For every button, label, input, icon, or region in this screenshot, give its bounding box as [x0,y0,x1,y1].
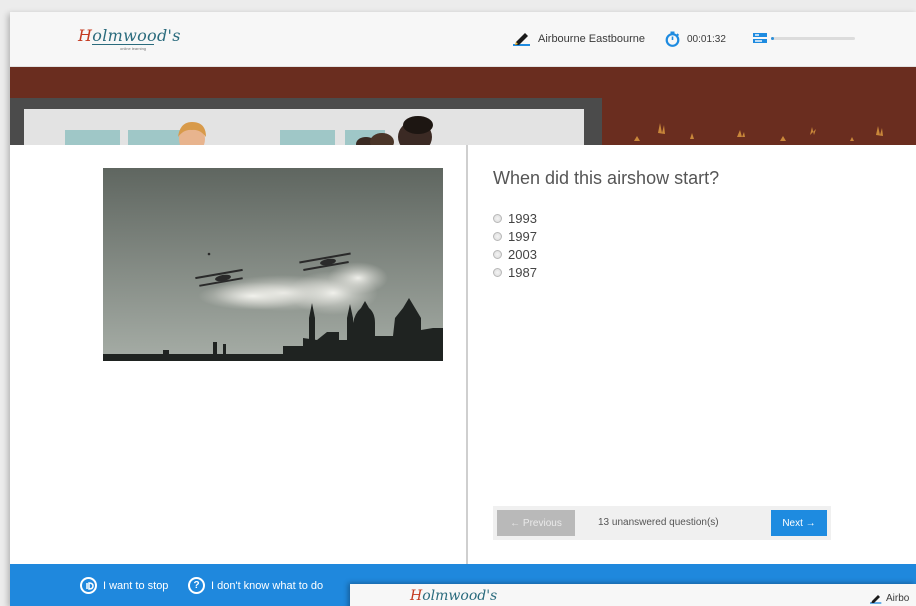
app-window: Holmwood's online learning Airbourne Eas… [10,12,916,606]
previous-button[interactable]: ← Previous [497,510,575,536]
footer-bar: I want to stop ? I don't know what to do… [10,564,916,606]
stop-label: I want to stop [103,579,169,592]
course-name: Airbourne Eastbourne [538,33,646,45]
radio-button[interactable] [493,250,502,259]
help-label: I don't know what to do [211,579,324,592]
logo-tagline: online learning [120,46,147,51]
progress-indicator [753,32,855,44]
progress-fill [771,36,775,40]
progress-icon [753,33,767,43]
progress-bar [771,36,855,40]
panel-divider [466,145,468,564]
course-title: Airbourne Eastbourne [513,32,645,46]
logo-underline [92,44,154,45]
answer-option[interactable]: 1997 [493,228,537,245]
holmwoods-logo: Holmwood's online learning [78,26,181,51]
question-text: When did this airshow start? [493,168,720,188]
unanswered-count: 13 unanswered question(s) [598,517,719,528]
pencil-icon [870,594,882,604]
overlapping-window-header: Holmwood's Airbo [350,584,916,606]
stop-icon [80,577,97,594]
next-button[interactable]: Next → [771,510,827,536]
answer-label: 1997 [508,229,537,244]
answer-option[interactable]: 1993 [493,210,537,227]
overlay-course-name: Airbo [886,593,910,604]
answer-options: 1993 1997 2003 1987 [493,210,537,282]
classroom-illustration-banner [10,67,916,145]
pencil-icon [513,33,530,46]
question-navigation: ← Previous 13 unanswered question(s) Nex… [493,506,831,540]
classroom-illustration [10,67,916,145]
answer-option[interactable]: 2003 [493,246,537,263]
logo-letter: H [78,26,93,45]
answer-label: 1987 [508,265,537,280]
overlay-logo-letter: H [410,588,423,604]
radio-button[interactable] [493,214,502,223]
timer: 00:01:32 [665,31,726,47]
overlay-logo-text: olmwood's [422,588,498,604]
overlay-logo: Holmwood's [410,588,497,604]
stopwatch-icon [665,31,680,47]
airshow-photo [103,168,443,361]
logo-text: olmwood's [92,26,181,45]
help-button[interactable]: ? I don't know what to do [188,577,323,594]
answer-label: 2003 [508,247,537,262]
overlay-course: Airbo [870,593,909,604]
answer-label: 1993 [508,211,537,226]
timer-value: 00:01:32 [687,33,726,45]
question-mark-icon: ? [188,577,205,594]
radio-button[interactable] [493,268,502,277]
radio-button[interactable] [493,232,502,241]
top-bar: Holmwood's online learning Airbourne Eas… [10,12,916,67]
answer-option[interactable]: 1987 [493,264,537,281]
stop-button[interactable]: I want to stop [80,577,168,594]
